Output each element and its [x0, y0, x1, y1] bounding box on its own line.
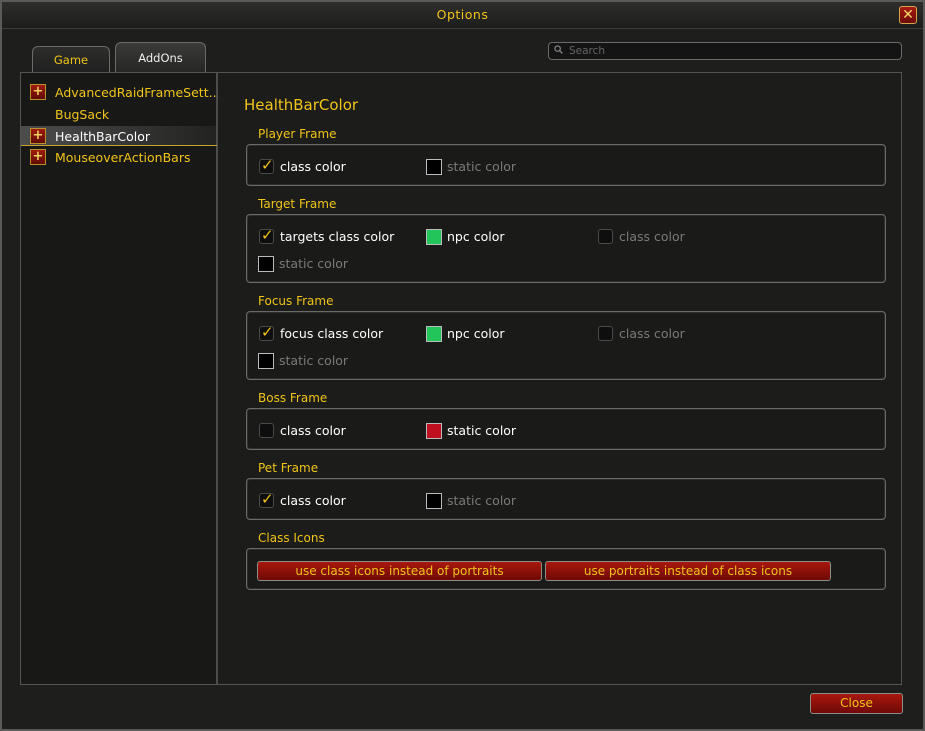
option-label: static color	[279, 256, 349, 271]
expand-plus-icon[interactable]: +	[30, 149, 46, 165]
sidebar-item-label: AdvancedRaidFrameSett...	[55, 85, 221, 100]
target-static-color-swatch[interactable]	[258, 256, 274, 272]
expand-plus-icon[interactable]: +	[30, 128, 46, 144]
target-npc-color-swatch[interactable]	[426, 229, 442, 245]
close-x-icon[interactable]: ✕	[899, 6, 917, 24]
window-title: Options	[436, 7, 489, 22]
expand-plus-icon[interactable]: +	[30, 84, 46, 100]
use-portraits-button[interactable]: use portraits instead of class icons	[545, 561, 831, 581]
tab-addons[interactable]: AddOns	[115, 42, 206, 72]
boss-frame-group: class color static color	[246, 408, 886, 450]
pet-static-color-swatch[interactable]	[426, 493, 442, 509]
option-label: class color	[619, 326, 685, 341]
boss-class-color-checkbox[interactable]	[259, 423, 274, 438]
option-label: static color	[447, 423, 517, 438]
close-button[interactable]: Close	[810, 693, 903, 714]
option-label: class color	[619, 229, 685, 244]
target-class-color-checkbox[interactable]	[598, 229, 613, 244]
section-title-class-icons: Class Icons	[258, 531, 325, 545]
option-label: targets class color	[280, 229, 395, 244]
boss-static-color-swatch[interactable]	[426, 423, 442, 439]
use-class-icons-button[interactable]: use class icons instead of portraits	[257, 561, 542, 581]
option-label: static color	[279, 353, 349, 368]
class-icons-group: use class icons instead of portraits use…	[246, 548, 886, 590]
options-window: Options ✕ Game AddOns Search + AdvancedR…	[0, 0, 925, 731]
pet-class-color-checkbox[interactable]	[259, 490, 274, 508]
option-label: class color	[280, 159, 346, 174]
player-class-color-checkbox[interactable]	[259, 156, 274, 174]
focus-frame-group: focus class color npc color class color …	[246, 311, 886, 380]
sidebar-item-healthbarcolor[interactable]: + HealthBarColor	[21, 126, 217, 146]
option-label: focus class color	[280, 326, 384, 341]
addon-list: + AdvancedRaidFrameSett... BugSack + Hea…	[20, 72, 221, 685]
focus-disabled-class-color-checkbox[interactable]	[598, 326, 613, 341]
section-title-player-frame: Player Frame	[258, 127, 337, 141]
page-title: HealthBarColor	[244, 96, 359, 114]
option-label: static color	[447, 159, 517, 174]
option-label: npc color	[447, 229, 505, 244]
player-static-color-swatch[interactable]	[426, 159, 442, 175]
search-icon	[554, 45, 563, 54]
sidebar-item-label: BugSack	[55, 107, 110, 122]
focus-static-color-swatch[interactable]	[258, 353, 274, 369]
tab-game[interactable]: Game	[32, 46, 110, 72]
sidebar-item-mouseoveractionbars[interactable]: + MouseoverActionBars	[21, 147, 217, 167]
sidebar-item-label: MouseoverActionBars	[55, 150, 191, 165]
section-title-focus-frame: Focus Frame	[258, 294, 334, 308]
targets-class-color-checkbox[interactable]	[259, 226, 274, 244]
section-title-target-frame: Target Frame	[258, 197, 337, 211]
sidebar-item-label: HealthBarColor	[55, 129, 151, 144]
pet-frame-group: class color static color	[246, 478, 886, 520]
section-title-pet-frame: Pet Frame	[258, 461, 319, 475]
focus-class-color-checkbox[interactable]	[259, 323, 274, 341]
option-label: npc color	[447, 326, 505, 341]
title-bar[interactable]: Options	[2, 2, 923, 29]
option-label: static color	[447, 493, 517, 508]
focus-npc-color-swatch[interactable]	[426, 326, 442, 342]
player-frame-group: class color static color	[246, 144, 886, 186]
sidebar-item-advancedraidframesettings[interactable]: + AdvancedRaidFrameSett...	[21, 82, 221, 102]
target-frame-group: targets class color npc color class colo…	[246, 214, 886, 283]
sidebar-item-bugsack[interactable]: BugSack	[21, 104, 217, 124]
section-title-boss-frame: Boss Frame	[258, 391, 328, 405]
option-label: class color	[280, 423, 346, 438]
search-placeholder: Search	[569, 45, 606, 57]
search-input[interactable]: Search	[548, 42, 902, 60]
option-label: class color	[280, 493, 346, 508]
